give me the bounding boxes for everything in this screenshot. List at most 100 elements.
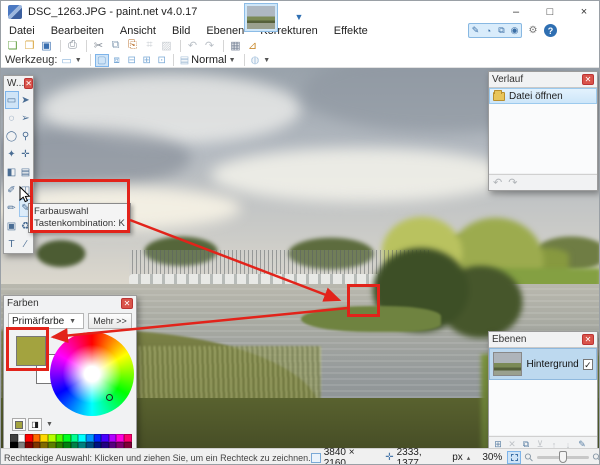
blend-mode-value[interactable]: Normal xyxy=(191,54,226,66)
palette-swatch[interactable] xyxy=(109,434,117,442)
layer-row[interactable]: Hintergrund✓ xyxy=(489,348,597,380)
zoom-slider[interactable] xyxy=(537,456,589,459)
color-wheel-marker[interactable] xyxy=(106,394,113,401)
fit-window-button[interactable] xyxy=(507,451,521,464)
palette-swatch[interactable] xyxy=(124,434,132,442)
pixel-grid-button[interactable]: ▦ xyxy=(228,39,243,53)
toggle-history-window-icon[interactable]: ◔ xyxy=(482,24,495,37)
settings-icon[interactable]: ⚙ xyxy=(526,24,540,38)
color-wheel[interactable] xyxy=(50,332,134,416)
rectangle-select-tool[interactable]: ▭ xyxy=(5,91,19,109)
selection-quality-icon[interactable]: ◍ xyxy=(251,55,260,66)
zoom-slider-thumb[interactable] xyxy=(559,451,567,463)
redo-button[interactable]: ↷ xyxy=(202,39,217,53)
close-button[interactable]: × xyxy=(567,1,600,23)
copy-button[interactable]: ⧉ xyxy=(108,39,123,53)
palette-swatch[interactable] xyxy=(86,434,94,442)
active-tool-icon[interactable]: ▭ xyxy=(61,54,71,67)
toggle-tools-window-icon[interactable]: ✎ xyxy=(469,24,482,37)
crop-button[interactable]: ⌗ xyxy=(142,39,157,53)
paint-bucket-tool[interactable]: ◧ xyxy=(5,163,19,181)
clone-stamp-tool[interactable]: ▣ xyxy=(5,217,19,235)
layers-window: Ebenen ✕ Hintergrund✓ ⊞✕⧉⊻↑↓✎ xyxy=(488,331,598,453)
more-colors-button[interactable]: Mehr >> xyxy=(88,313,132,329)
selection-mode-add-button[interactable]: ⧈ xyxy=(110,54,124,67)
undo-button[interactable]: ↶ xyxy=(185,39,200,53)
palette-swatch[interactable] xyxy=(18,434,26,442)
zoom-out-icon[interactable]: ⚲ xyxy=(522,450,537,465)
palette-swatch[interactable] xyxy=(116,434,124,442)
palette-dropdown-icon[interactable]: ▼ xyxy=(46,421,53,428)
palette-swatch[interactable] xyxy=(94,434,102,442)
image-tab[interactable] xyxy=(244,3,278,32)
move-selected-pixels-tool[interactable]: ➤ xyxy=(19,91,33,109)
toggle-layers-window-icon[interactable]: ⧉ xyxy=(495,24,508,37)
palette-swatch[interactable] xyxy=(63,434,71,442)
print-button[interactable]: ⎙ xyxy=(65,39,80,53)
cut-button[interactable]: ✂ xyxy=(91,39,106,53)
lasso-select-tool[interactable]: ◌ xyxy=(5,109,19,127)
open-file-button[interactable]: ❐ xyxy=(22,39,37,53)
tool-dropdown-icon[interactable]: ▼ xyxy=(75,57,82,64)
paste-button[interactable]: ⎘ xyxy=(125,39,140,53)
menu-item-effekte[interactable]: Effekte xyxy=(326,23,376,39)
history-redo-icon[interactable]: ↷ xyxy=(508,176,517,189)
layer-visibility-checkbox[interactable]: ✓ xyxy=(583,359,593,370)
selection-mode-subtract-button[interactable]: ⊟ xyxy=(125,54,139,67)
zoom-level-value[interactable]: 30% xyxy=(482,452,502,463)
help-icon[interactable]: ? xyxy=(544,24,557,37)
palette-swatch[interactable] xyxy=(25,434,33,442)
colors-window-close-icon[interactable]: ✕ xyxy=(121,298,133,309)
palette-swatch[interactable] xyxy=(56,434,64,442)
unit-dropdown-icon[interactable]: ▴ xyxy=(467,454,471,462)
history-window-close-icon[interactable]: ✕ xyxy=(582,74,594,85)
layers-window-close-icon[interactable]: ✕ xyxy=(582,334,594,345)
layer-thumbnail xyxy=(493,352,522,376)
history-undo-icon[interactable]: ↶ xyxy=(493,176,502,189)
line-curve-tool[interactable]: ∕ xyxy=(19,235,33,253)
menu-item-ansicht[interactable]: Ansicht xyxy=(112,23,164,39)
selection-mode-replace-button[interactable]: ▢ xyxy=(95,54,109,67)
tools-window-close-icon[interactable]: ✕ xyxy=(24,78,33,89)
zoom-in-icon[interactable]: ⚲ xyxy=(590,450,600,465)
menu-item-datei[interactable]: Datei xyxy=(1,23,43,39)
new-file-button[interactable]: ❏ xyxy=(5,39,20,53)
unit-selector[interactable]: px ▴ xyxy=(452,452,474,463)
tools-window-title: W... xyxy=(7,78,24,89)
history-item[interactable]: Datei öffnen xyxy=(489,88,597,104)
pencil-tool[interactable]: ✏ xyxy=(5,199,19,217)
annotation-box-photo xyxy=(347,284,380,317)
image-list-dropdown-icon[interactable]: ▼ xyxy=(293,11,305,23)
menu-item-bild[interactable]: Bild xyxy=(164,23,198,39)
deselect-button[interactable]: ▨ xyxy=(159,39,174,53)
blend-mode-dropdown-icon[interactable]: ▼ xyxy=(229,57,236,64)
rulers-button[interactable]: ⊿ xyxy=(245,39,260,53)
move-selection-tool[interactable]: ➢ xyxy=(19,109,33,127)
magic-wand-tool[interactable]: ✦ xyxy=(5,145,19,163)
palette-swatch[interactable] xyxy=(40,434,48,442)
palette-swatch[interactable] xyxy=(33,434,41,442)
selection-mode-intersect-button[interactable]: ⊞ xyxy=(140,54,154,67)
palette-swatch[interactable] xyxy=(71,434,79,442)
palette-swatch[interactable] xyxy=(78,434,86,442)
pan-tool[interactable]: ✛ xyxy=(19,145,33,163)
maximize-button[interactable]: □ xyxy=(533,1,567,23)
zoom-tool[interactable]: ⚲ xyxy=(19,127,33,145)
text-tool[interactable]: T xyxy=(5,235,19,253)
minimize-button[interactable]: – xyxy=(499,1,533,23)
palette-button[interactable]: ◨ xyxy=(28,418,42,431)
paintbrush-tool[interactable]: ✐ xyxy=(5,181,19,199)
swatch-style-button[interactable] xyxy=(12,418,26,431)
palette-swatch[interactable] xyxy=(101,434,109,442)
unit-value: px xyxy=(452,452,463,463)
palette-swatch[interactable] xyxy=(48,434,56,442)
status-hint: Rechteckige Auswahl: Klicken und ziehen … xyxy=(1,453,311,463)
layers-window-title: Ebenen xyxy=(492,334,526,345)
menu-item-bearbeiten[interactable]: Bearbeiten xyxy=(43,23,112,39)
selection-mode-invert-button[interactable]: ⊡ xyxy=(155,54,169,67)
toggle-colors-window-icon[interactable]: ◉ xyxy=(508,24,521,37)
ellipse-select-tool[interactable]: ◯ xyxy=(5,127,19,145)
palette-swatch[interactable] xyxy=(10,434,18,442)
selection-quality-dropdown-icon[interactable]: ▼ xyxy=(263,57,270,64)
save-file-button[interactable]: ▣ xyxy=(39,39,54,53)
